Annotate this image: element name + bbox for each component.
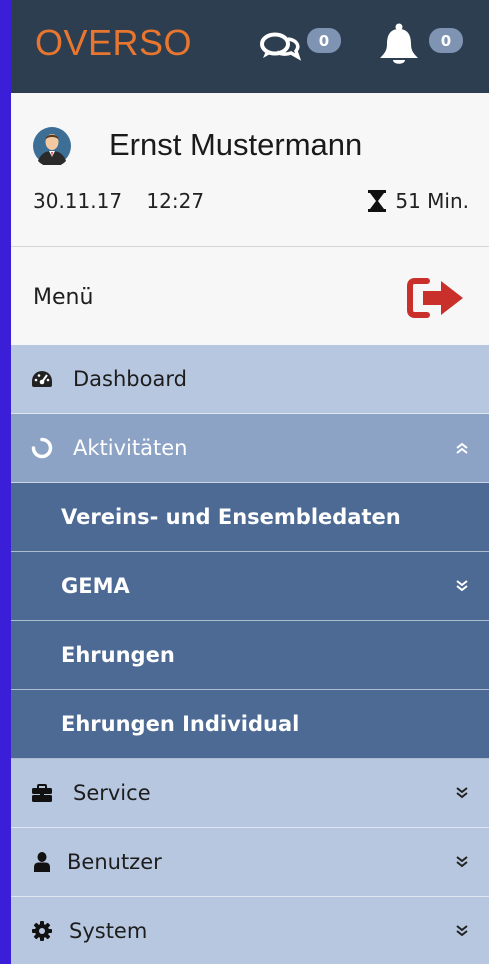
messages-count-badge: 0 [307,28,341,53]
notifications-count-badge: 0 [429,28,463,53]
logout-icon[interactable] [407,277,467,323]
chevron-down-icon[interactable] [455,579,469,593]
user-icon [31,851,53,873]
nav-subitem-label: Ehrungen Individual [61,712,300,736]
nav-item-label: Benutzer [67,850,162,874]
sidebar-nav: Dashboard Aktivitäten Vereins- und Ensem… [11,345,489,964]
chevron-down-icon[interactable] [455,786,469,800]
spinner-icon [31,437,53,459]
login-date: 30.11.17 [33,189,123,213]
user-panel: Ernst Mustermann 30.11.17 12:27 51 Min. [11,93,489,247]
nav-item-benutzer[interactable]: Benutzer [11,828,489,897]
bell-icon[interactable] [376,22,422,68]
nav-subitem-label: Vereins- und Ensembledaten [61,505,401,529]
session-timer: 51 Min. [367,189,469,213]
menu-header: Menü [11,247,489,345]
nav-subitem-gema[interactable]: GEMA [11,552,489,621]
nav-item-label: Aktivitäten [73,436,188,460]
gear-icon [31,920,53,942]
top-bar: OVERSO 0 0 [11,0,489,93]
login-datetime: 30.11.17 12:27 [33,189,204,213]
session-remaining: 51 Min. [395,189,469,213]
messages-icon[interactable] [258,30,302,64]
nav-subitem-label: Ehrungen [61,643,175,667]
avatar[interactable] [33,127,71,168]
chevron-up-icon[interactable] [455,441,469,455]
nav-item-system[interactable]: System [11,897,489,964]
nav-item-label: System [69,919,148,943]
chevron-down-icon[interactable] [455,924,469,938]
user-name: Ernst Mustermann [109,127,363,162]
login-time: 12:27 [146,189,205,213]
nav-item-label: Service [73,781,151,805]
briefcase-icon [31,782,53,804]
nav-subitem-vereins[interactable]: Vereins- und Ensembledaten [11,483,489,552]
nav-subitem-label: GEMA [61,574,130,598]
app-frame: OVERSO 0 0 Ernst Mustermann 30.11.17 12:… [11,0,489,964]
hourglass-icon [368,190,387,212]
nav-subitem-ehrungen[interactable]: Ehrungen [11,621,489,690]
chevron-down-icon[interactable] [455,855,469,869]
brand-logo[interactable]: OVERSO [35,22,192,64]
nav-item-label: Dashboard [73,367,187,391]
menu-label: Menü [33,285,94,310]
nav-item-service[interactable]: Service [11,759,489,828]
dashboard-icon [31,368,53,390]
nav-item-aktivitaeten[interactable]: Aktivitäten [11,414,489,483]
nav-subitem-ehrungen-individual[interactable]: Ehrungen Individual [11,690,489,759]
nav-item-dashboard[interactable]: Dashboard [11,345,489,414]
